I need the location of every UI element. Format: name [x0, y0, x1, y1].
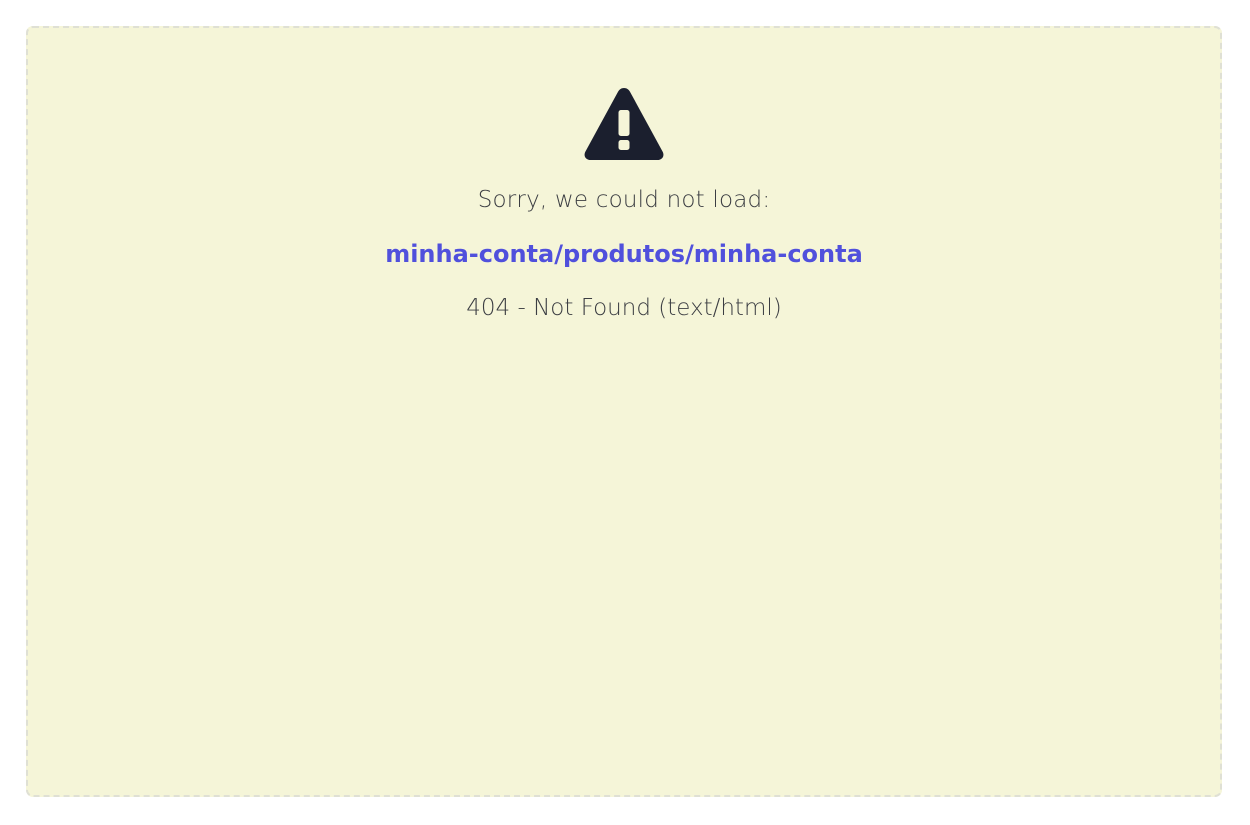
error-message: Sorry, we could not load:	[477, 187, 771, 213]
error-content: Sorry, we could not load: minha-conta/pr…	[28, 86, 1220, 324]
error-status: 404 - Not Found (text/html)	[466, 295, 782, 321]
error-panel: Sorry, we could not load: minha-conta/pr…	[26, 26, 1222, 797]
warning-icon	[584, 88, 664, 160]
failed-path-link[interactable]: minha-conta/produtos/minha-conta	[385, 238, 863, 270]
